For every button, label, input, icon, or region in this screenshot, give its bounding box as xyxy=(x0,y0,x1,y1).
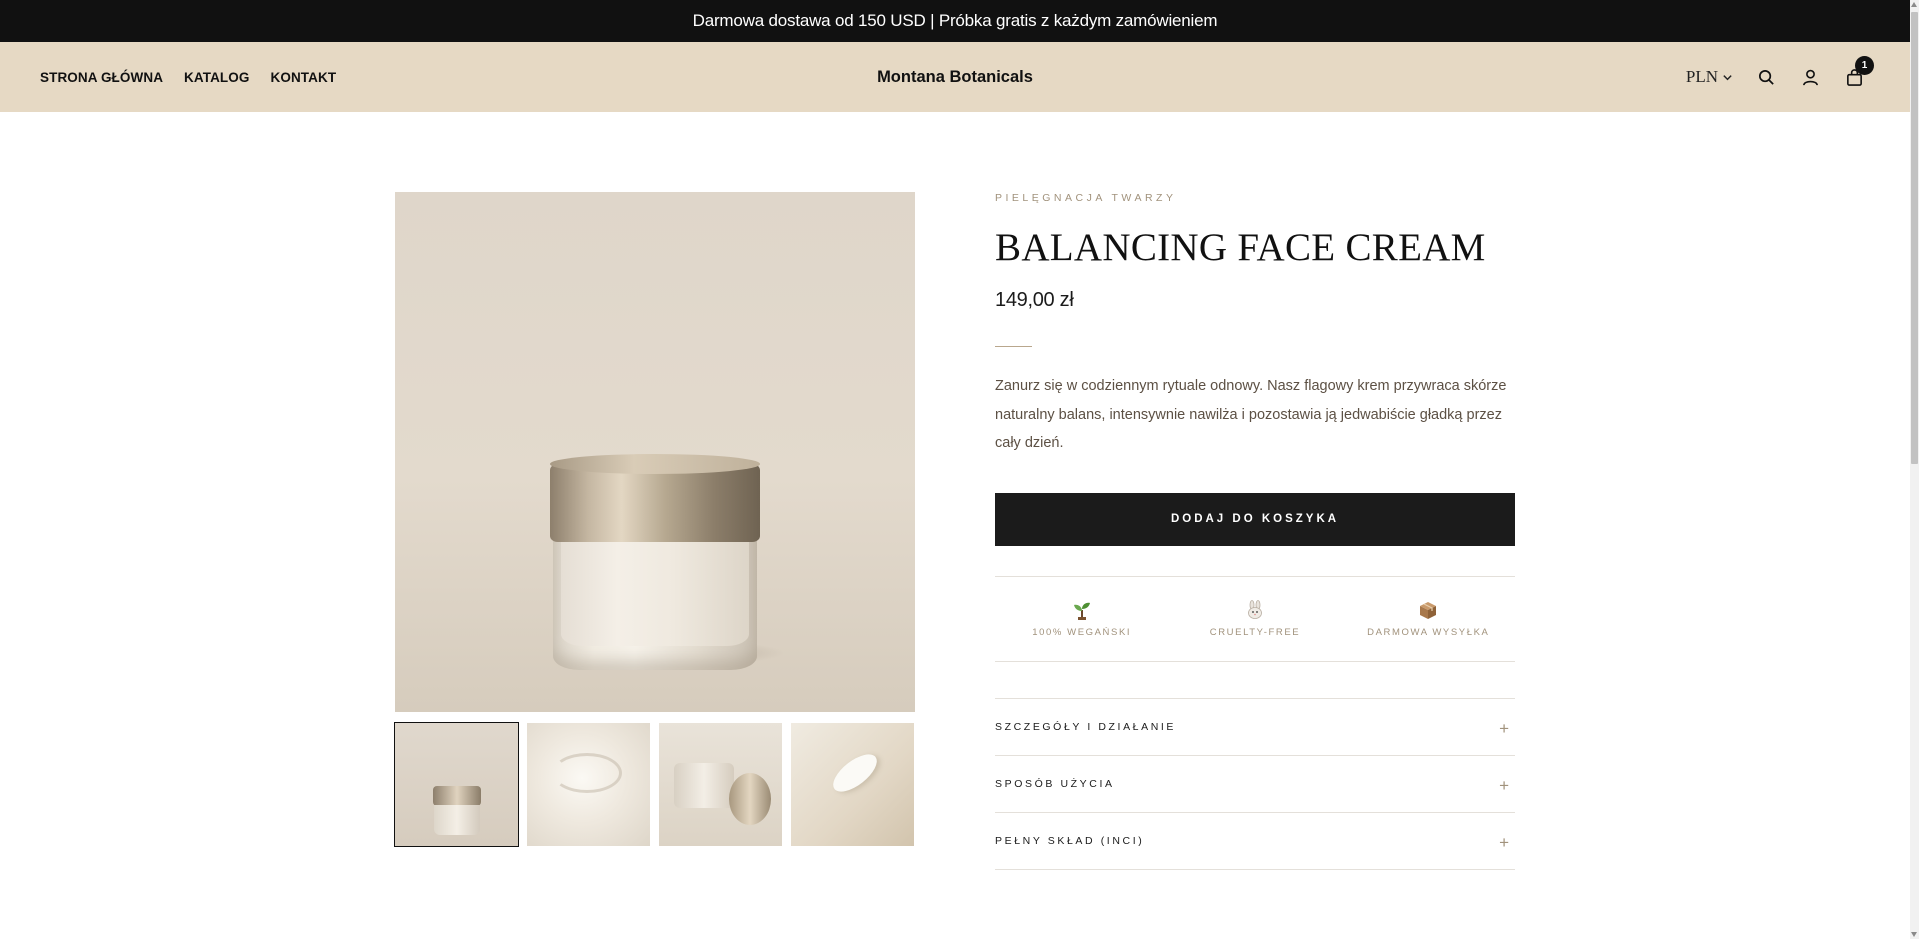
package-icon xyxy=(1417,599,1439,621)
badge-label: CRUELTY-FREE xyxy=(1209,627,1301,638)
rabbit-icon xyxy=(1244,599,1266,621)
scroll-down-arrow-icon[interactable] xyxy=(1911,932,1917,937)
search-button[interactable] xyxy=(1755,66,1777,88)
product-title: BALANCING FACE CREAM xyxy=(995,226,1486,269)
badge-cruelty-free: CRUELTY-FREE xyxy=(1168,577,1341,661)
accordion-details[interactable]: SZCZEGÓŁY I DZIAŁANIE + xyxy=(995,699,1515,756)
thumbnail-cream-texture[interactable] xyxy=(527,723,650,846)
accordion-label: SPOSÓB UŻYCIA xyxy=(995,777,1115,790)
brand-logo[interactable]: Montana Botanicals xyxy=(877,68,1033,86)
thumbnail-cream-swatch[interactable] xyxy=(791,723,914,846)
thumbnail-open-jar-lid xyxy=(729,773,771,825)
product-thumbnails xyxy=(394,722,914,847)
nav-link-catalog[interactable]: KATALOG xyxy=(184,70,249,85)
badge-free-shipping: DARMOWA WYSYŁKA xyxy=(1342,577,1515,661)
thumbnail-jar[interactable] xyxy=(394,722,519,847)
currency-selector[interactable]: PLN xyxy=(1686,67,1733,87)
plus-icon: + xyxy=(1499,832,1509,852)
thumbnail-open-jar-body xyxy=(674,763,734,808)
accordion-label: PEŁNY SKŁAD (INCI) xyxy=(995,834,1145,847)
product-accordion: SZCZEGÓŁY I DZIAŁANIE + SPOSÓB UŻYCIA + … xyxy=(995,697,1515,870)
accordion-label: SZCZEGÓŁY I DZIAŁANIE xyxy=(995,720,1177,733)
product-description: Zanurz się w codziennym rytuale odnowy. … xyxy=(995,378,1507,451)
main-nav: STRONA GŁÓWNA KATALOG KONTAKT xyxy=(40,70,336,85)
plus-icon: + xyxy=(1499,718,1509,738)
add-to-cart-button[interactable]: DODAJ DO KOSZYKA xyxy=(995,492,1515,546)
page-scrollbar[interactable] xyxy=(1910,0,1919,939)
user-icon xyxy=(1802,69,1818,85)
scrollbar-thumb[interactable] xyxy=(1911,12,1918,464)
currency-label: PLN xyxy=(1685,67,1718,86)
product-info: PIELĘGNACJA TWARZY BALANCING FACE CREAM … xyxy=(995,192,1515,870)
search-icon xyxy=(1758,69,1774,85)
plus-icon: + xyxy=(1499,775,1509,795)
thumbnail-cream-swirl xyxy=(552,753,622,793)
nav-link-contact[interactable]: KONTAKT xyxy=(271,70,337,85)
badge-label: DARMOWA WYSYŁKA xyxy=(1367,627,1490,638)
divider xyxy=(995,346,1032,347)
product-category: PIELĘGNACJA TWARZY xyxy=(995,192,1177,204)
header-actions: PLN 1 xyxy=(1686,42,1874,112)
jar-lid xyxy=(550,462,760,542)
accordion-ingredients[interactable]: PEŁNY SKŁAD (INCI) + xyxy=(995,813,1515,870)
product-price: 149,00 zł xyxy=(995,289,1074,311)
jar-lid-top xyxy=(550,454,760,474)
thumbnail-jar-body xyxy=(434,805,480,835)
accordion-usage[interactable]: SPOSÓB UŻYCIA + xyxy=(995,756,1515,813)
cart-button[interactable]: 1 xyxy=(1843,56,1874,88)
product-badges: 100% WEGAŃSKI CRUELTY-FREE DARMOWA WYSYŁ… xyxy=(995,575,1515,662)
thumbnail-cream-smear xyxy=(827,747,883,799)
announcement-bar: Darmowa dostawa od 150 USD | Próbka grat… xyxy=(0,0,1910,42)
product-main-image[interactable] xyxy=(395,192,915,712)
site-header: STRONA GŁÓWNA KATALOG KONTAKT Montana Bo… xyxy=(0,42,1910,112)
badge-vegan: 100% WEGAŃSKI xyxy=(995,577,1168,661)
sprout-icon xyxy=(1071,599,1093,621)
scroll-up-arrow-icon[interactable] xyxy=(1911,2,1917,7)
jar-cream xyxy=(561,534,749,646)
thumbnail-jar-lid xyxy=(433,786,481,806)
announcement-text: Darmowa dostawa od 150 USD | Próbka grat… xyxy=(692,11,1218,30)
nav-link-home[interactable]: STRONA GŁÓWNA xyxy=(40,70,163,85)
thumbnail-open-jar[interactable] xyxy=(659,723,782,846)
cart-count-badge: 1 xyxy=(1855,56,1874,75)
chevron-down-icon xyxy=(1723,74,1732,80)
badge-label: 100% WEGAŃSKI xyxy=(1032,627,1132,638)
account-button[interactable] xyxy=(1799,66,1821,88)
